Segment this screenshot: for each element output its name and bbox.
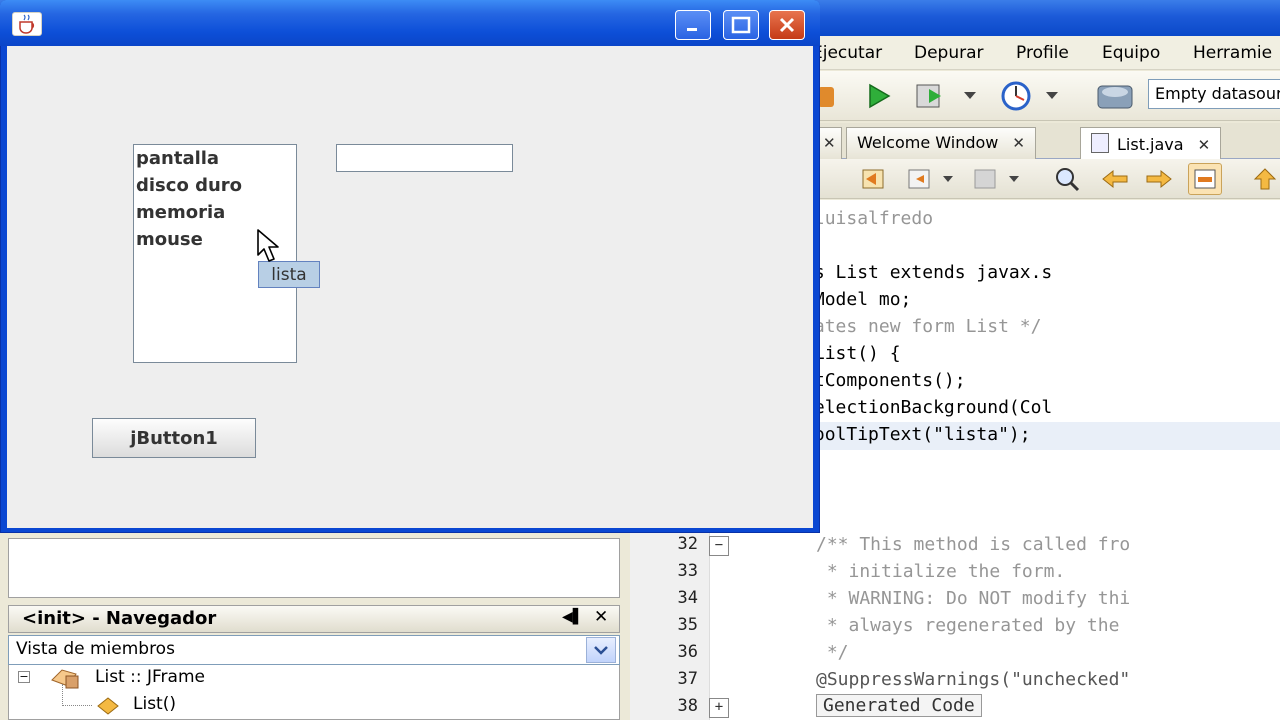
- code-line: */: [816, 642, 849, 663]
- list-item[interactable]: pantalla: [136, 148, 219, 169]
- list-item[interactable]: disco duro: [136, 175, 242, 196]
- maximize-button[interactable]: [723, 10, 759, 40]
- forward-icon[interactable]: [968, 163, 1002, 195]
- java-cup-icon[interactable]: [12, 12, 42, 36]
- inspector-area: [8, 538, 620, 598]
- close-icon[interactable]: ✕: [1198, 136, 1211, 154]
- minimize-panel-icon[interactable]: ◀▌: [562, 609, 584, 625]
- tab-label: List.java: [1117, 135, 1184, 154]
- debug-dropdown-icon[interactable]: [958, 76, 982, 116]
- menu-profile[interactable]: Profile: [1016, 43, 1069, 63]
- list-item[interactable]: memoria: [136, 202, 225, 223]
- menu-ejecutar[interactable]: Ejecutar: [812, 43, 882, 63]
- find-icon[interactable]: [1050, 163, 1084, 195]
- code-line: /** This method is called fro: [816, 534, 1131, 555]
- text-field[interactable]: [336, 144, 513, 172]
- navigator-view-value: Vista de miembros: [16, 639, 175, 659]
- tree-item-constructor[interactable]: List(): [133, 694, 176, 714]
- fold-expand-icon[interactable]: +: [709, 698, 729, 718]
- line-number: 35: [677, 615, 698, 635]
- navigator-title: <init> - Navegador: [22, 608, 217, 629]
- code-line: * always regenerated by the: [816, 615, 1120, 636]
- tab-label: Welcome Window: [857, 133, 999, 152]
- menu-depurar[interactable]: Depurar: [914, 43, 984, 63]
- line-number: 38: [677, 696, 698, 716]
- tree-collapse-icon[interactable]: −: [18, 671, 30, 683]
- last-edit-icon[interactable]: [856, 163, 890, 195]
- mouse-cursor-icon: [256, 228, 286, 268]
- code-line: * WARNING: Do NOT modify thi: [816, 588, 1131, 609]
- list-item[interactable]: mouse: [136, 229, 203, 250]
- toggle-highlight-icon[interactable]: [1188, 163, 1222, 195]
- tree-connector: [62, 705, 92, 706]
- find-next-icon[interactable]: [1142, 163, 1176, 195]
- line-number: 32: [677, 534, 698, 554]
- profile-dropdown-icon[interactable]: [1040, 76, 1064, 116]
- jbutton1[interactable]: jButton1: [92, 418, 256, 458]
- fold-collapse-icon[interactable]: −: [709, 536, 729, 556]
- close-icon[interactable]: ✕: [594, 607, 608, 627]
- datasource-combo[interactable]: Empty datasource: [1148, 79, 1280, 109]
- line-number: 34: [677, 588, 698, 608]
- code-line: @SuppressWarnings("unchecked": [816, 669, 1131, 690]
- line-number: 37: [677, 669, 698, 689]
- constructor-icon: [96, 696, 120, 720]
- tree-item-class[interactable]: List :: JFrame: [95, 667, 205, 687]
- tree-connector: [62, 684, 63, 706]
- tab-welcome-window[interactable]: Welcome Window ✕: [846, 127, 1036, 159]
- java-file-icon: [1091, 133, 1109, 153]
- line-number: 36: [677, 642, 698, 662]
- debug-icon[interactable]: [912, 76, 952, 116]
- class-icon: [48, 666, 82, 694]
- shift-line-up-icon[interactable]: [1248, 163, 1280, 195]
- line-number: 33: [677, 561, 698, 581]
- code-line: * initialize the form.: [816, 561, 1066, 582]
- run-icon[interactable]: [858, 76, 898, 116]
- tab-list-java[interactable]: List.java ✕: [1080, 127, 1222, 159]
- profile-icon[interactable]: [996, 76, 1036, 116]
- menu-equipo[interactable]: Equipo: [1102, 43, 1160, 63]
- database-icon[interactable]: [1092, 76, 1140, 116]
- find-previous-icon[interactable]: [1098, 163, 1132, 195]
- forward-dropdown-icon[interactable]: [1004, 163, 1024, 195]
- minimize-button[interactable]: [675, 10, 711, 40]
- generated-code-fold[interactable]: Generated Code: [816, 694, 982, 717]
- close-button[interactable]: [769, 10, 805, 40]
- back-icon[interactable]: [902, 163, 936, 195]
- close-icon[interactable]: ✕: [1012, 134, 1025, 152]
- chevron-down-icon[interactable]: [586, 637, 616, 663]
- menu-herramientas[interactable]: Herramie: [1193, 43, 1272, 63]
- back-dropdown-icon[interactable]: [938, 163, 958, 195]
